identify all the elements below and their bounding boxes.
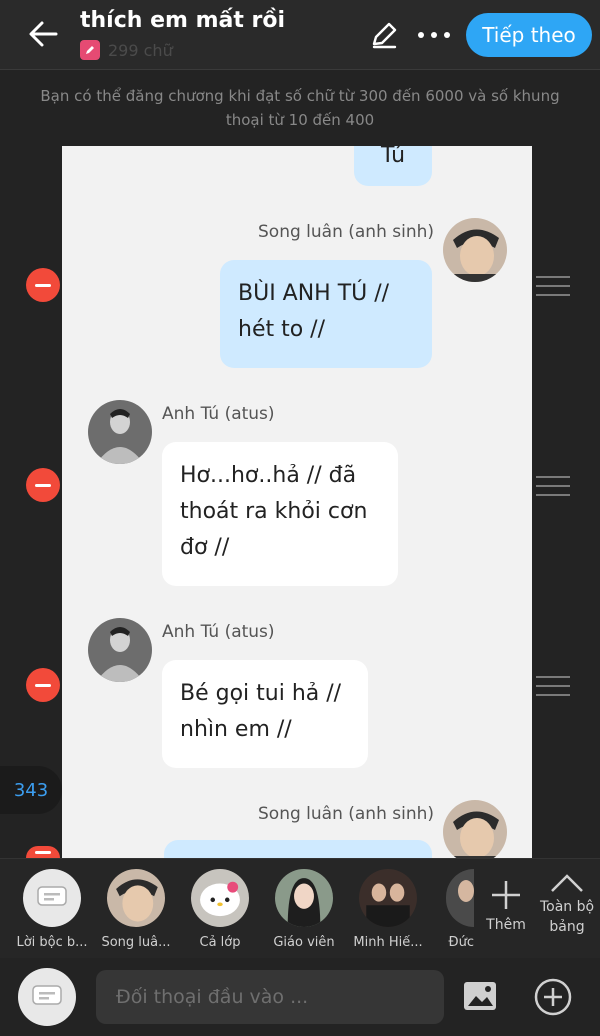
plus-icon bbox=[492, 881, 520, 909]
character-narration[interactable]: Lời bộc b... bbox=[10, 869, 94, 950]
character-label: Song luâ... bbox=[101, 935, 171, 950]
drag-handle-icon[interactable] bbox=[536, 276, 570, 296]
drag-handle-icon[interactable] bbox=[536, 676, 570, 696]
chat-panel: Tú Song luân (anh sinh) BÙI ANH TÚ // hé… bbox=[62, 146, 532, 858]
message-text: BÙI ANH TÚ // hét to // bbox=[238, 281, 390, 342]
dialogue-count-badge: 343 bbox=[0, 766, 62, 814]
character-duc[interactable]: Đức bbox=[430, 869, 474, 950]
word-count-text: 299 chữ bbox=[108, 40, 173, 60]
add-circle-icon[interactable] bbox=[534, 978, 572, 1016]
remove-message-button[interactable] bbox=[26, 268, 60, 302]
message-bubble[interactable]: Tú bbox=[354, 146, 432, 186]
message-text: Hơ...hơ..hả // đã thoát ra khỏi cơn đơ /… bbox=[180, 463, 368, 560]
character-label: Minh Hiế... bbox=[353, 935, 423, 950]
character-giao-vien[interactable]: Giáo viên bbox=[262, 869, 346, 950]
remove-message-button[interactable] bbox=[26, 468, 60, 502]
speaker-name: Song luân (anh sinh) bbox=[258, 222, 435, 242]
character-label: Giáo viên bbox=[273, 935, 335, 950]
avatar-ca-lop bbox=[191, 869, 249, 927]
chevron-up-icon bbox=[551, 874, 583, 892]
character-label: Cả lớp bbox=[199, 935, 241, 950]
posting-requirement-notice: Bạn có thể đăng chương khi đạt số chữ từ… bbox=[40, 87, 560, 129]
image-icon[interactable] bbox=[462, 980, 498, 1012]
message-bubble[interactable]: BÙI ANH TÚ // hét to // bbox=[220, 260, 432, 368]
drag-handle-icon[interactable] bbox=[536, 476, 570, 496]
word-count: 299 chữ bbox=[80, 40, 173, 60]
message-text: Bé gọi tui hả // nhìn em // bbox=[180, 681, 342, 742]
avatar-anh-tu[interactable] bbox=[88, 618, 152, 682]
input-bar bbox=[0, 958, 600, 1036]
add-label: Thêm bbox=[486, 917, 526, 933]
next-button[interactable]: Tiếp theo bbox=[466, 13, 592, 57]
character-ca-lop[interactable]: Cả lớp bbox=[178, 869, 262, 950]
story-title: thích em mất rồi bbox=[80, 8, 286, 33]
dialogue-input[interactable] bbox=[96, 970, 444, 1024]
narration-icon bbox=[23, 869, 81, 927]
avatar-giao-vien bbox=[275, 869, 333, 927]
character-song-luan[interactable]: Song luâ... bbox=[94, 869, 178, 950]
back-arrow-icon[interactable] bbox=[26, 16, 62, 52]
edit-pencil-icon[interactable] bbox=[368, 20, 400, 52]
full-board-button[interactable]: Toàn bộ bảng bbox=[534, 873, 600, 937]
message-text: Tú bbox=[380, 146, 406, 168]
character-minh-hieu[interactable]: Minh Hiế... bbox=[346, 869, 430, 950]
avatar-song-luan[interactable] bbox=[443, 218, 507, 282]
avatar-song-luan bbox=[107, 869, 165, 927]
message-bubble[interactable]: Bé gọi tui hả // nhìn em // bbox=[162, 660, 368, 768]
add-character-button[interactable]: Thêm bbox=[478, 879, 534, 935]
message-bubble[interactable]: Hơ...hơ..hả // đã thoát ra khỏi cơn đơ /… bbox=[162, 442, 398, 586]
top-bar: thích em mất rồi 299 chữ Tiếp theo bbox=[0, 0, 600, 70]
character-selector: Lời bộc b... Song luâ... Cả lớp Giáo viê… bbox=[0, 858, 600, 958]
narration-icon[interactable] bbox=[18, 968, 76, 1026]
remove-message-button[interactable] bbox=[26, 846, 60, 858]
speaker-name: Anh Tú (atus) bbox=[162, 622, 275, 642]
more-options-icon[interactable] bbox=[414, 18, 454, 52]
character-label: Lời bộc b... bbox=[16, 935, 88, 950]
message-bubble[interactable] bbox=[164, 840, 432, 858]
avatar-anh-tu[interactable] bbox=[88, 400, 152, 464]
speaker-name: Anh Tú (atus) bbox=[162, 404, 275, 424]
character-label: Đức bbox=[448, 935, 474, 950]
avatar-minh-hieu bbox=[359, 869, 417, 927]
speaker-name: Song luân (anh sinh) bbox=[258, 804, 435, 824]
avatar-duc bbox=[446, 869, 474, 927]
full-board-label: Toàn bộ bảng bbox=[539, 899, 595, 935]
remove-message-button[interactable] bbox=[26, 668, 60, 702]
pencil-badge-icon bbox=[80, 40, 100, 60]
avatar-song-luan[interactable] bbox=[443, 800, 507, 858]
